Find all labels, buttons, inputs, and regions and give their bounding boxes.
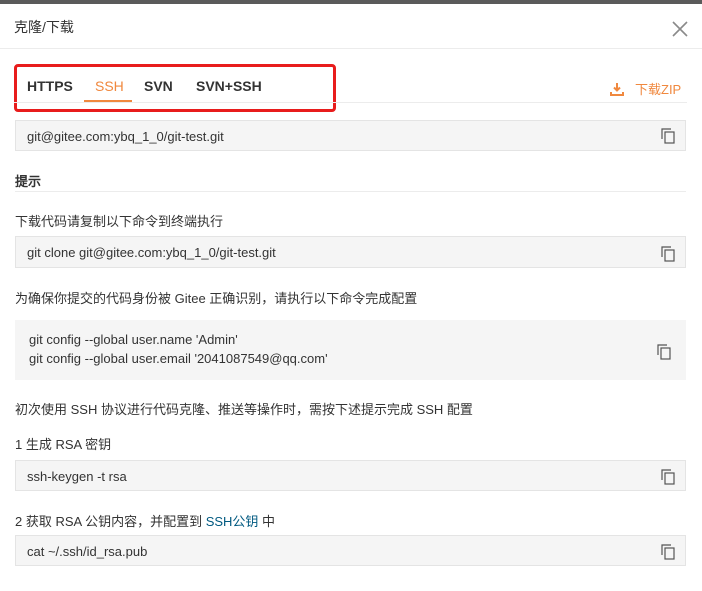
config-name-text: git config --global user.name 'Admin' — [29, 332, 238, 347]
pubkey-command-box[interactable]: cat ~/.ssh/id_rsa.pub — [15, 535, 686, 566]
tab-ssh[interactable]: SSH — [95, 78, 124, 94]
step2-label: 2 获取 RSA 公钥内容，并配置到 SSH公钥 中 — [15, 511, 275, 530]
copy-icon[interactable] — [661, 246, 675, 262]
step2-suffix: 中 — [258, 514, 276, 529]
config-email-text: git config --global user.email '20410875… — [29, 351, 328, 366]
tips-divider — [15, 191, 686, 192]
identity-intro: 为确保你提交的代码身份被 Gitee 正确识别，请执行以下命令完成配置 — [15, 291, 418, 306]
copy-icon[interactable] — [661, 128, 675, 144]
config-command-box[interactable]: git config --global user.name 'Admin' gi… — [15, 320, 686, 380]
clone-command-box[interactable]: git clone git@gitee.com:ybq_1_0/git-test… — [15, 236, 686, 268]
download-icon — [610, 82, 624, 96]
clone-command-text: git clone git@gitee.com:ybq_1_0/git-test… — [27, 245, 276, 260]
close-icon[interactable] — [671, 20, 689, 38]
repo-url-text: git@gitee.com:ybq_1_0/git-test.git — [27, 129, 224, 144]
download-zip-button[interactable]: 下载ZIP — [610, 79, 681, 98]
tab-svn[interactable]: SVN — [144, 78, 173, 94]
ssh-key-link[interactable]: SSH公钥 — [206, 514, 259, 529]
download-zip-label: 下载ZIP — [635, 82, 682, 97]
keygen-command-text: ssh-keygen -t rsa — [27, 469, 127, 484]
tab-https[interactable]: HTTPS — [27, 78, 73, 94]
repo-url-field[interactable]: git@gitee.com:ybq_1_0/git-test.git — [15, 120, 686, 151]
copy-icon[interactable] — [661, 544, 675, 560]
step2-prefix: 2 获取 RSA 公钥内容，并配置到 — [15, 514, 206, 529]
dialog-title: 克隆/下载 — [14, 19, 74, 35]
step1-label: 1 生成 RSA 密钥 — [15, 437, 112, 452]
keygen-command-box[interactable]: ssh-keygen -t rsa — [15, 460, 686, 491]
top-edge — [0, 0, 702, 4]
copy-icon[interactable] — [657, 344, 671, 360]
copy-icon[interactable] — [661, 469, 675, 485]
tab-svn-ssh[interactable]: SVN+SSH — [196, 78, 262, 94]
header-divider — [0, 48, 702, 49]
tips-heading: 提示 — [15, 174, 42, 189]
tabs-divider — [14, 102, 687, 103]
clone-intro: 下载代码请复制以下命令到终端执行 — [15, 214, 224, 229]
pubkey-command-text: cat ~/.ssh/id_rsa.pub — [27, 544, 148, 559]
ssh-intro: 初次使用 SSH 协议进行代码克隆、推送等操作时，需按下述提示完成 SSH 配置 — [15, 402, 473, 417]
